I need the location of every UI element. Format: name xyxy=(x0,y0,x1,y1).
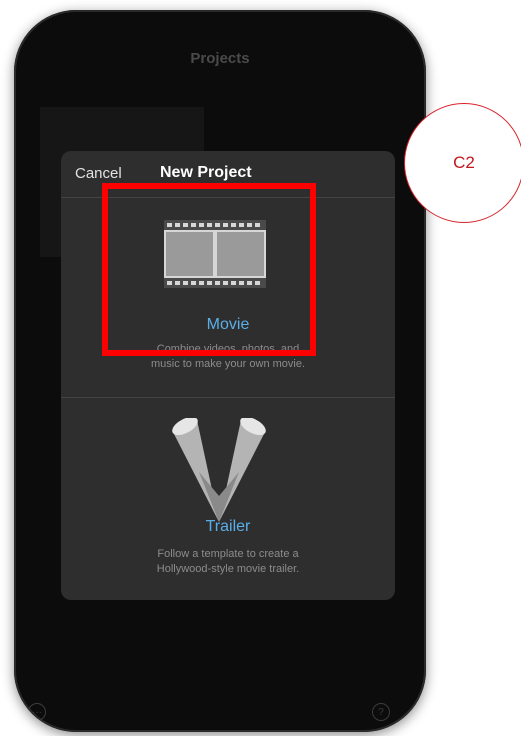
cancel-button[interactable]: Cancel xyxy=(75,165,122,182)
annotation-circle: C2 xyxy=(404,103,521,223)
highlight-box xyxy=(102,183,316,356)
dialog-title: New Project xyxy=(160,164,252,181)
spotlights-icon xyxy=(172,418,266,522)
trailer-description: Follow a template to create a Hollywood-… xyxy=(156,548,300,575)
annotation-label: C2 xyxy=(453,153,475,172)
help-icon[interactable]: ? xyxy=(372,703,390,721)
screen-title: Projects xyxy=(190,50,250,67)
trailer-option[interactable]: Trailer Follow a template to create a Ho… xyxy=(61,398,395,600)
trailer-label: Trailer xyxy=(205,518,251,535)
more-icon[interactable]: ··· xyxy=(28,703,46,721)
